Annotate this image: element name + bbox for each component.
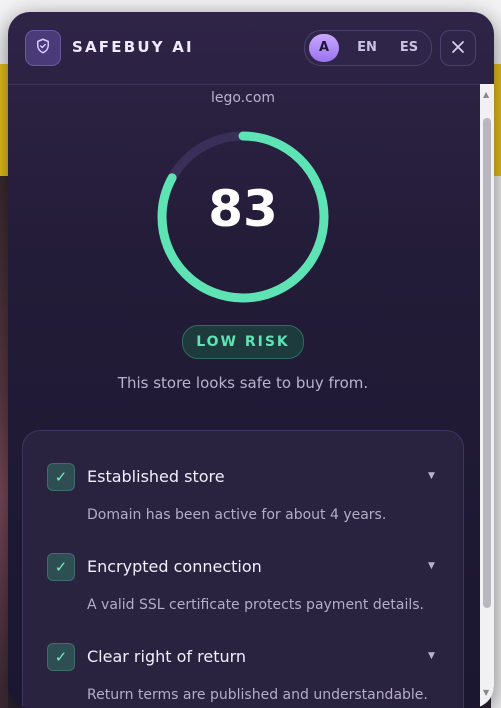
check-icon: ✓ <box>47 553 75 581</box>
check-description: Domain has been active for about 4 years… <box>87 507 387 523</box>
check-description: A valid SSL certificate protects payment… <box>87 597 424 613</box>
check-description: Return terms are published and understan… <box>87 687 428 703</box>
language-switcher: A EN ES <box>304 30 432 66</box>
check-icon: ✓ <box>47 463 75 491</box>
check-title: Established store <box>87 467 225 486</box>
lang-option-en[interactable]: EN <box>349 31 385 65</box>
chevron-down-icon[interactable]: ▼ <box>428 471 435 481</box>
shield-icon <box>34 37 52 59</box>
popup-header: SAFEBUY AI A EN ES <box>8 12 494 85</box>
chevron-down-icon[interactable]: ▼ <box>428 561 435 571</box>
logo <box>25 30 61 66</box>
check-title: Encrypted connection <box>87 557 262 576</box>
site-domain: lego.com <box>210 90 276 106</box>
trust-score: 83 <box>208 180 278 238</box>
risk-summary: This store looks safe to buy from. <box>117 374 369 392</box>
check-icon: ✓ <box>47 643 75 671</box>
chevron-down-icon[interactable]: ▼ <box>428 651 435 661</box>
scroll-down-icon[interactable]: ▼ <box>483 688 489 697</box>
brand-name: SAFEBUY AI <box>72 38 194 56</box>
risk-badge: LOW RISK <box>182 325 304 359</box>
check-title: Clear right of return <box>87 647 247 666</box>
background-image <box>0 176 8 708</box>
close-icon <box>451 39 465 58</box>
safebuy-popup: SAFEBUY AI A EN ES lego.com 83 LOW RISK … <box>8 12 494 708</box>
close-button[interactable] <box>440 30 476 66</box>
checks-panel: ✓ Established store ▼ Domain has been ac… <box>22 430 464 708</box>
scroll-up-icon[interactable]: ▲ <box>483 90 489 99</box>
lang-option-es[interactable]: ES <box>391 31 427 65</box>
scrollbar[interactable]: ▲ ▼ <box>480 84 494 708</box>
lang-option-auto[interactable]: A <box>309 34 339 62</box>
scrollbar-thumb[interactable] <box>483 118 491 608</box>
